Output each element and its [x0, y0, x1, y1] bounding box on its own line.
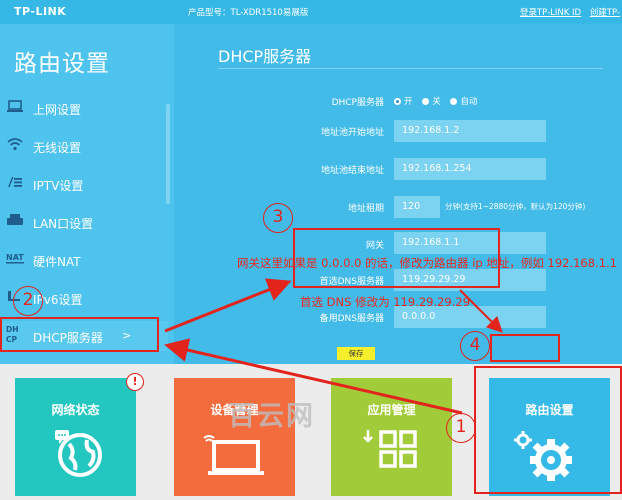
- arrow-tile-to-dhcp: [164, 338, 463, 415]
- step-1-marker: 1: [446, 413, 476, 443]
- step-2-marker: 2: [13, 286, 43, 316]
- gateway-annotation: 网关这里如果是 0.0.0.0 的话，修改为路由器 ip 地址，例如 192.1…: [237, 256, 618, 270]
- dns-annotation: 首选 DNS 修改为 119.29.29.29: [300, 295, 471, 309]
- annotation-arrows: [164, 278, 503, 415]
- arrow-dhcp-to-gateway: [164, 278, 292, 333]
- step-4-marker: 4: [460, 331, 490, 361]
- step-3-marker: 3: [263, 203, 293, 233]
